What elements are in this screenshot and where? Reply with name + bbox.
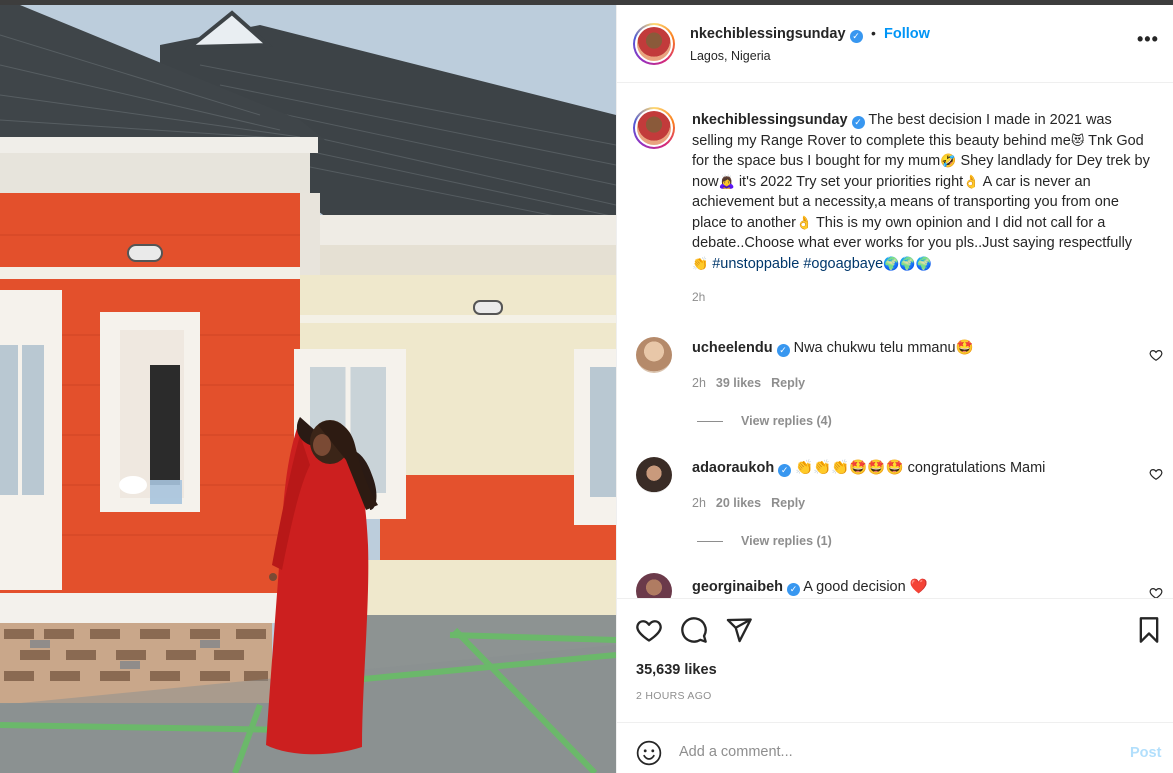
comments-scroll-area[interactable]: nkechiblessingsunday ✓ The best decision …: [617, 84, 1173, 598]
comment-likes[interactable]: 39 likes: [716, 376, 761, 390]
post-location[interactable]: Lagos, Nigeria: [690, 49, 771, 63]
more-options-icon[interactable]: •••: [1137, 29, 1159, 50]
like-comment-heart-icon[interactable]: [1149, 348, 1163, 362]
author-username-text[interactable]: nkechiblessingsunday: [690, 26, 846, 42]
separator-dot: •: [871, 25, 876, 41]
post-header: nkechiblessingsunday ✓ • Follow Lagos, Ni…: [617, 5, 1173, 83]
comment-body: 👏👏👏🤩🤩🤩 congratulations Mami: [795, 460, 1046, 476]
emoji-bowing-woman: 🙇‍♀️: [718, 173, 735, 189]
author-username[interactable]: nkechiblessingsunday ✓: [690, 26, 863, 43]
verified-badge-icon: ✓: [787, 583, 801, 596]
top-strip: [0, 0, 1173, 5]
emoji-clap: 👏: [692, 255, 709, 271]
caption-author-avatar[interactable]: [633, 107, 675, 149]
emoji-globe: 🌍🌍🌍: [883, 255, 932, 271]
like-comment-heart-icon[interactable]: [1149, 467, 1163, 481]
likes-count[interactable]: 35,639 likes: [636, 662, 717, 678]
verified-badge-icon: ✓: [776, 344, 790, 357]
caption-body-4: it's 2022 Try set your priorities right: [734, 173, 964, 190]
comment-text: ucheelendu ✓ Nwa chukwu telu mmanu🤩: [692, 339, 974, 357]
like-heart-icon[interactable]: [635, 616, 663, 644]
commenter-avatar[interactable]: [636, 337, 672, 373]
comment-body: Nwa chukwu telu mmanu🤩: [793, 340, 974, 356]
comment-time[interactable]: 2h: [692, 376, 706, 390]
follow-button[interactable]: Follow: [884, 26, 930, 42]
post-comment-button[interactable]: Post: [1130, 745, 1161, 761]
comment-likes[interactable]: 20 likes: [716, 496, 761, 510]
caption-username[interactable]: nkechiblessingsunday: [692, 112, 848, 128]
commenter-username[interactable]: ucheelendu: [692, 340, 773, 356]
emoji-picker-icon[interactable]: [636, 740, 662, 766]
post-side-panel: nkechiblessingsunday ✓ • Follow Lagos, Ni…: [616, 5, 1173, 773]
verified-badge-icon: ✓: [851, 116, 865, 129]
comment-meta: 2h 39 likes Reply: [692, 376, 805, 390]
post-actions: 35,639 likes 2 HOURS AGO: [617, 598, 1173, 722]
post-time-ago[interactable]: 2 HOURS AGO: [636, 690, 712, 702]
author-avatar[interactable]: [633, 23, 675, 65]
commenter-username[interactable]: georginaibeh: [692, 579, 783, 595]
commenter-avatar[interactable]: [636, 573, 672, 598]
house-photo-illustration: [0, 5, 616, 773]
emoji-heart-eyes-cat: 😻: [1070, 132, 1085, 148]
caption-timestamp[interactable]: 2h: [692, 290, 705, 304]
commenter-avatar[interactable]: [636, 457, 672, 493]
comment-text: georginaibeh ✓ A good decision ❤️: [692, 578, 928, 596]
comment-body: A good decision ❤️: [803, 579, 928, 595]
reply-button[interactable]: Reply: [771, 496, 805, 510]
hashtag-link[interactable]: #ogoagbaye: [803, 256, 883, 272]
hashtag-link[interactable]: #unstoppable: [712, 256, 799, 272]
view-replies-button[interactable]: View replies (1): [697, 534, 832, 548]
comment-bubble-icon[interactable]: [680, 616, 708, 644]
emoji-ok-hand: 👌: [963, 173, 980, 189]
instagram-post-modal: nkechiblessingsunday ✓ • Follow Lagos, Ni…: [0, 0, 1173, 773]
comment-text: adaoraukoh ✓ 👏👏👏🤩🤩🤩 congratulations Mami: [692, 459, 1045, 477]
verified-badge-icon: ✓: [849, 30, 863, 43]
emoji-ok-hand: 👌: [796, 214, 813, 230]
post-photo[interactable]: [0, 5, 616, 773]
comment-meta: 2h 20 likes Reply: [692, 496, 805, 510]
share-paper-plane-icon[interactable]: [725, 616, 753, 644]
caption-text: nkechiblessingsunday ✓ The best decision …: [692, 110, 1152, 274]
like-comment-heart-icon[interactable]: [1149, 586, 1163, 598]
reply-button[interactable]: Reply: [771, 376, 805, 390]
commenter-username[interactable]: adaoraukoh: [692, 460, 774, 476]
verified-badge-icon: ✓: [778, 464, 792, 477]
comment-input[interactable]: [679, 737, 1099, 767]
view-replies-button[interactable]: View replies (4): [697, 414, 832, 428]
emoji-rofl: 🤣: [940, 153, 957, 168]
add-comment-bar: Post: [617, 722, 1173, 773]
comment-time[interactable]: 2h: [692, 496, 706, 510]
save-bookmark-icon[interactable]: [1135, 616, 1163, 644]
